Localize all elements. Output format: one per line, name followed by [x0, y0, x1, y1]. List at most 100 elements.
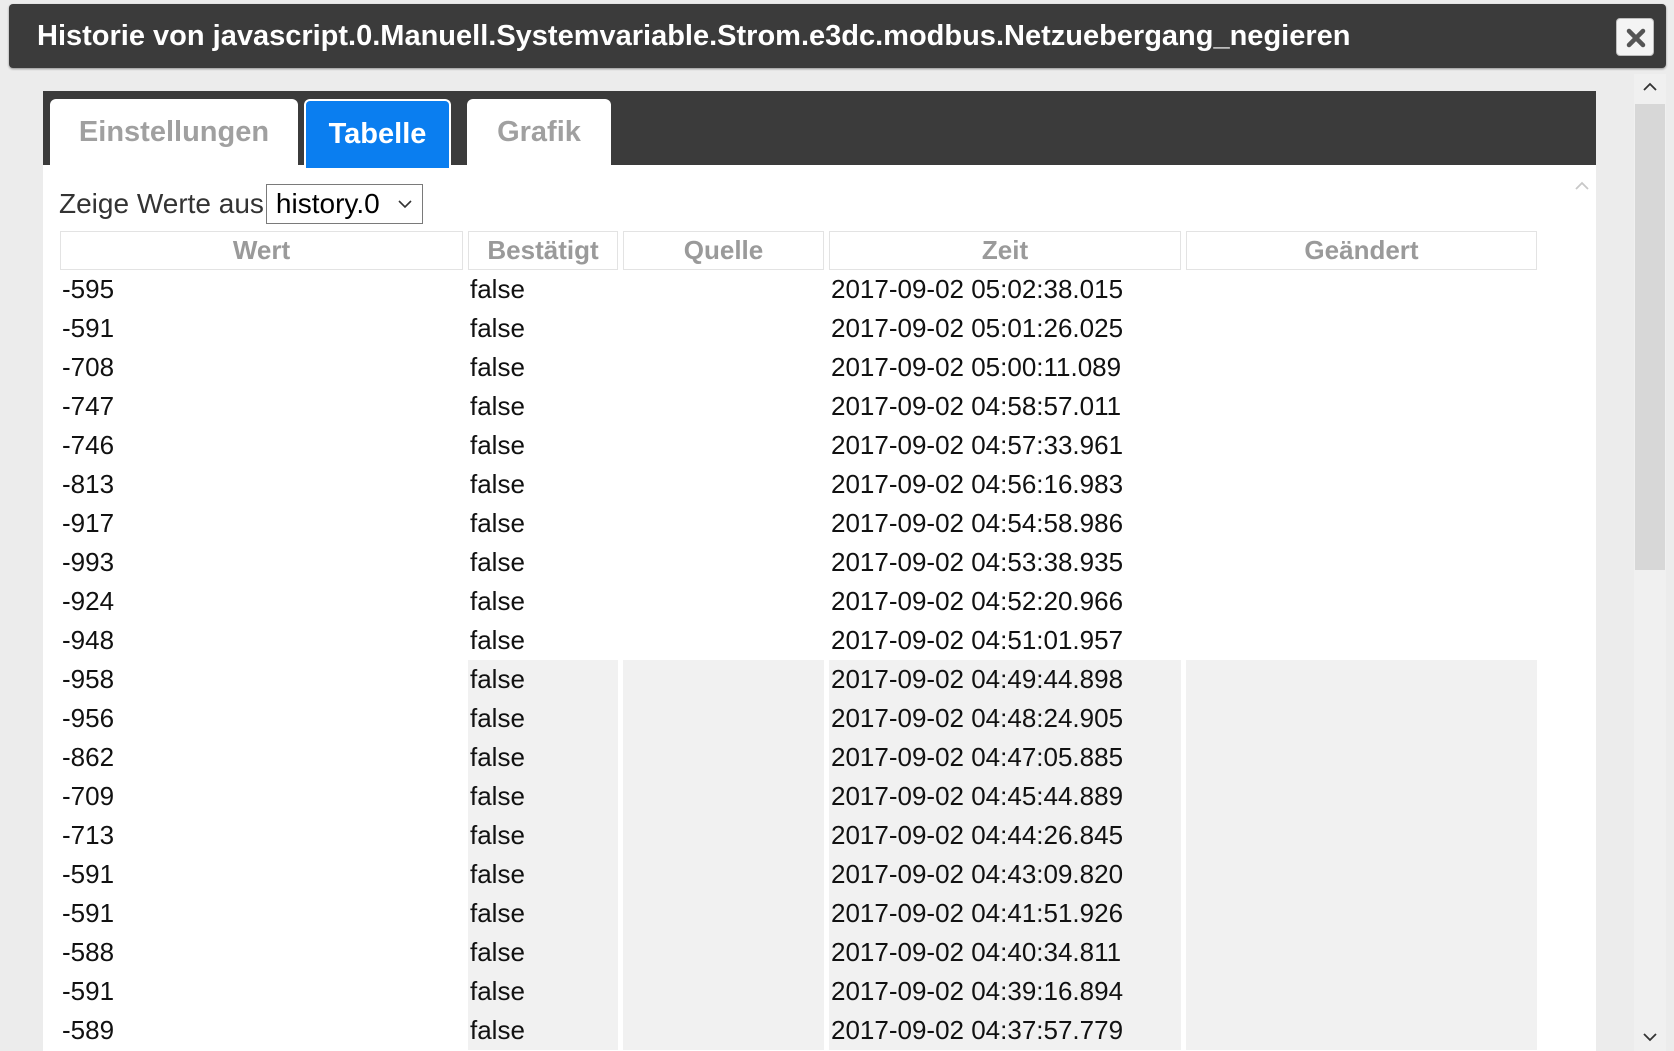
table-row[interactable]: -708 false 2017-09-02 05:00:11.089 — [60, 348, 1537, 387]
cell-wert: -917 — [62, 508, 115, 538]
column-header-quelle[interactable]: Quelle — [623, 231, 824, 270]
tab-bar: Einstellungen Tabelle Grafik — [43, 91, 1596, 168]
cell-wert: -591 — [60, 894, 463, 933]
table-row[interactable]: -591 false 2017-09-02 04:41:51.926 — [60, 894, 1537, 933]
tab-einstellungen[interactable]: Einstellungen — [50, 99, 298, 168]
table-row[interactable]: -747 false 2017-09-02 04:58:57.011 — [60, 387, 1537, 426]
cell-zeit: 2017-09-02 04:51:01.957 — [831, 625, 1124, 655]
cell-wert: -591 — [62, 313, 115, 343]
table-row[interactable]: -958 false 2017-09-02 04:49:44.898 — [60, 660, 1537, 699]
cell-wert: -958 — [60, 660, 463, 699]
table-row[interactable]: -713 false 2017-09-02 04:44:26.845 — [60, 816, 1537, 855]
cell-geaendert — [1186, 309, 1537, 348]
dialog-titlebar[interactable]: Historie von javascript.0.Manuell.System… — [9, 4, 1666, 68]
close-button[interactable] — [1616, 18, 1654, 56]
panel-scroll-up-icon[interactable] — [1575, 181, 1589, 191]
cell-quelle — [623, 504, 824, 543]
cell-quelle — [623, 309, 824, 348]
table-row[interactable]: -746 false 2017-09-02 04:57:33.961 — [60, 426, 1537, 465]
column-header-bestaetigt[interactable]: Bestätigt — [468, 231, 618, 270]
cell-zeit: 2017-09-02 04:47:05.885 — [829, 738, 1181, 777]
cell-quelle — [623, 582, 824, 621]
cell-wert: -956 — [60, 699, 463, 738]
column-header-wert[interactable]: Wert — [60, 231, 463, 270]
cell-geaendert — [1186, 621, 1537, 660]
cell-wert: -993 — [62, 547, 115, 577]
cell-bestaetigt: false — [470, 430, 525, 460]
cell-quelle — [623, 660, 824, 699]
table-row[interactable]: -589 false 2017-09-02 04:37:57.779 — [60, 1011, 1537, 1050]
cell-bestaetigt: false — [470, 469, 525, 499]
cell-bestaetigt: false — [470, 508, 525, 538]
cell-quelle — [623, 1011, 824, 1050]
cell-quelle — [623, 933, 824, 972]
cell-zeit: 2017-09-02 04:39:16.894 — [829, 972, 1181, 1011]
cell-bestaetigt: false — [468, 777, 618, 816]
dialog-scrollbar[interactable] — [1634, 74, 1666, 1051]
cell-bestaetigt: false — [470, 625, 525, 655]
source-select-value: history.0 — [275, 188, 380, 219]
cell-geaendert — [1186, 1011, 1537, 1050]
table-row[interactable]: -588 false 2017-09-02 04:40:34.811 — [60, 933, 1537, 972]
cell-bestaetigt: false — [468, 972, 618, 1011]
column-header-geaendert[interactable]: Geändert — [1186, 231, 1537, 270]
scroll-up-icon[interactable] — [1643, 82, 1657, 92]
table-row[interactable]: -709 false 2017-09-02 04:45:44.889 — [60, 777, 1537, 816]
source-selector-row: Zeige Werte aus history.0 — [59, 183, 423, 225]
cell-wert: -713 — [60, 816, 463, 855]
table-row[interactable]: -924 false 2017-09-02 04:52:20.966 — [60, 582, 1537, 621]
cell-wert: -708 — [62, 352, 115, 382]
dialog-title: Historie von javascript.0.Manuell.System… — [37, 20, 1351, 52]
cell-geaendert — [1186, 660, 1537, 699]
table-row[interactable]: -595 false 2017-09-02 05:02:38.015 — [60, 270, 1537, 309]
cell-quelle — [623, 855, 824, 894]
source-select[interactable]: history.0 — [265, 184, 423, 224]
cell-bestaetigt: false — [468, 816, 618, 855]
column-header-zeit[interactable]: Zeit — [829, 231, 1181, 270]
tab-grafik[interactable]: Grafik — [467, 99, 611, 168]
table-row[interactable]: -591 false 2017-09-02 05:01:26.025 — [60, 309, 1537, 348]
cell-zeit: 2017-09-02 04:37:57.779 — [829, 1011, 1181, 1050]
cell-quelle — [623, 465, 824, 504]
table-row[interactable]: -956 false 2017-09-02 04:48:24.905 — [60, 699, 1537, 738]
cell-wert: -589 — [60, 1011, 463, 1050]
cell-geaendert — [1186, 855, 1537, 894]
cell-wert: -595 — [62, 274, 115, 304]
cell-geaendert — [1186, 348, 1537, 387]
table-row[interactable]: -917 false 2017-09-02 04:54:58.986 — [60, 504, 1537, 543]
cell-quelle — [623, 777, 824, 816]
scroll-down-icon[interactable] — [1643, 1032, 1657, 1042]
cell-wert: -862 — [60, 738, 463, 777]
cell-geaendert — [1186, 816, 1537, 855]
cell-geaendert — [1186, 465, 1537, 504]
cell-geaendert — [1186, 543, 1537, 582]
cell-geaendert — [1186, 894, 1537, 933]
cell-bestaetigt: false — [468, 855, 618, 894]
cell-geaendert — [1186, 270, 1537, 309]
table-row[interactable]: -993 false 2017-09-02 04:53:38.935 — [60, 543, 1537, 582]
cell-zeit: 2017-09-02 04:56:16.983 — [831, 469, 1124, 499]
table-row[interactable]: -813 false 2017-09-02 04:56:16.983 — [60, 465, 1537, 504]
cell-wert: -591 — [60, 855, 463, 894]
table-row[interactable]: -862 false 2017-09-02 04:47:05.885 — [60, 738, 1537, 777]
source-label: Zeige Werte aus — [59, 188, 264, 219]
cell-bestaetigt: false — [470, 547, 525, 577]
table-row[interactable]: -948 false 2017-09-02 04:51:01.957 — [60, 621, 1537, 660]
cell-zeit: 2017-09-02 04:49:44.898 — [829, 660, 1181, 699]
cell-bestaetigt: false — [468, 660, 618, 699]
history-dialog: Historie von javascript.0.Manuell.System… — [0, 0, 1674, 1051]
cell-zeit: 2017-09-02 04:48:24.905 — [829, 699, 1181, 738]
cell-bestaetigt: false — [470, 352, 525, 382]
cell-geaendert — [1186, 972, 1537, 1011]
tab-tabelle[interactable]: Tabelle — [304, 99, 451, 168]
cell-zeit: 2017-09-02 04:41:51.926 — [829, 894, 1181, 933]
cell-bestaetigt: false — [468, 699, 618, 738]
cell-geaendert — [1186, 387, 1537, 426]
cell-wert: -747 — [62, 391, 115, 421]
dialog-content: Einstellungen Tabelle Grafik Zeige Werte… — [43, 91, 1596, 1051]
table-row[interactable]: -591 false 2017-09-02 04:39:16.894 — [60, 972, 1537, 1011]
cell-bestaetigt: false — [470, 391, 525, 421]
scrollbar-thumb[interactable] — [1635, 104, 1665, 570]
cell-zeit: 2017-09-02 05:00:11.089 — [831, 352, 1122, 382]
table-row[interactable]: -591 false 2017-09-02 04:43:09.820 — [60, 855, 1537, 894]
